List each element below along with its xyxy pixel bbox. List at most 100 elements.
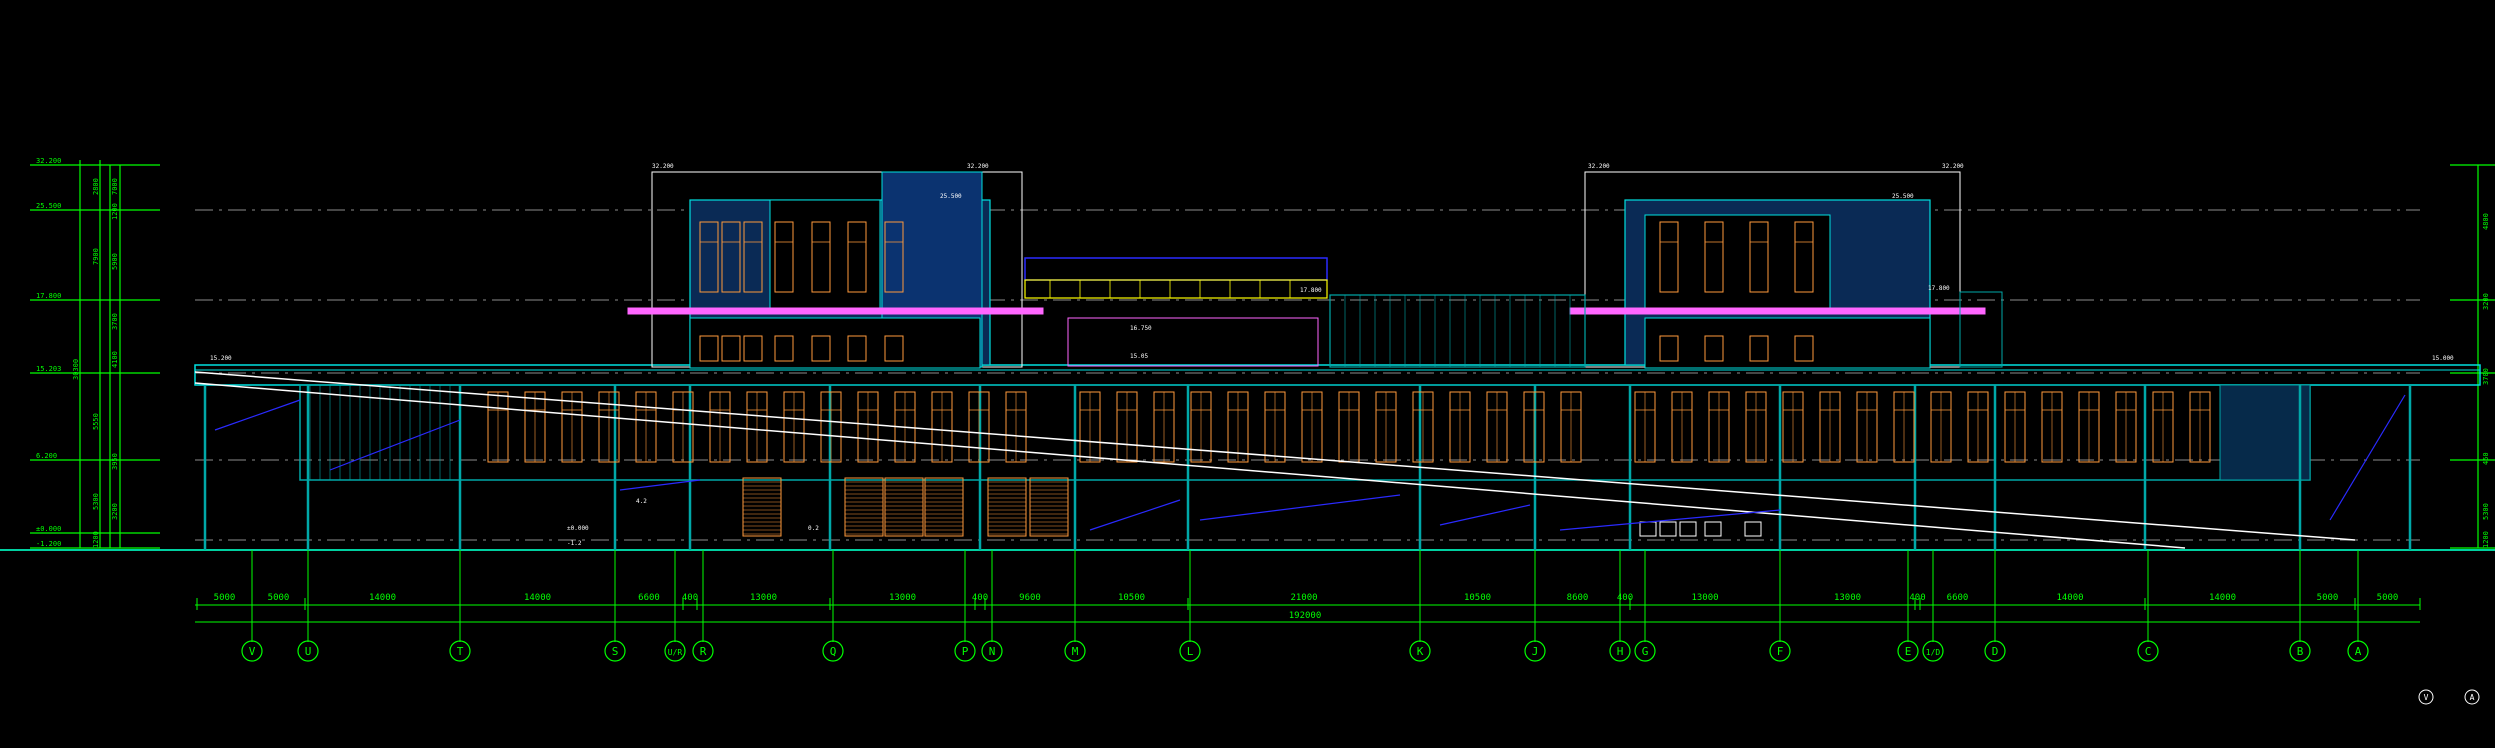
axis-label: N xyxy=(989,645,996,658)
left-dim-h: 5900 xyxy=(111,253,119,270)
main-roof-band xyxy=(194,364,2481,386)
right-tower-canopy xyxy=(1569,307,1986,315)
axis-label: D xyxy=(1992,645,1999,658)
ground-shutters xyxy=(742,477,1762,537)
left-tower-canopy xyxy=(627,307,1044,315)
left-dim-b: 7900 xyxy=(92,248,100,265)
compass-v-label: V xyxy=(2424,693,2429,702)
left-dim-d: 5300 xyxy=(92,493,100,510)
mid-label-l1: 25.500 xyxy=(940,193,962,200)
dim-label: 10500 xyxy=(1118,593,1145,603)
left-tower-core xyxy=(769,199,881,311)
right-dim-e: 5300 xyxy=(2482,503,2490,520)
dim-label: 13000 xyxy=(1691,593,1718,603)
ramp-label-right: 15.000 xyxy=(2432,355,2454,362)
dim-label: 5000 xyxy=(2377,593,2399,603)
left-dim-c: 5550 xyxy=(92,413,100,430)
small-window xyxy=(1704,521,1722,537)
dimension-total: 192000 xyxy=(1289,611,1322,621)
main-building xyxy=(194,364,2481,481)
compass-symbols: V A xyxy=(2418,689,2480,705)
left-dim-e: 1200 xyxy=(92,531,100,548)
ground-label-1: ±0.000 xyxy=(567,525,589,532)
middle-hall xyxy=(1329,294,1586,368)
dim-label: 8600 xyxy=(1567,593,1589,603)
right-tower-lower xyxy=(1644,317,1931,369)
dim-label: 400 xyxy=(682,593,698,603)
shutter-door xyxy=(884,477,924,537)
dim-label: 400 xyxy=(1617,593,1633,603)
axis-label: L xyxy=(1187,645,1194,658)
left-level-stack xyxy=(30,160,160,549)
elev-5: 6.200 xyxy=(36,452,57,460)
dim-label: 5000 xyxy=(214,593,236,603)
elev-4: 15.203 xyxy=(36,365,61,373)
right-dim-f: 1200 xyxy=(2482,531,2490,548)
axis-label: U xyxy=(305,645,312,658)
mid-label-l2: 17.800 xyxy=(1300,287,1322,294)
roof-label-r1: 32.200 xyxy=(1588,163,1610,170)
axis-label: F xyxy=(1777,645,1784,658)
right-dim-c: 3700 xyxy=(2482,368,2490,385)
dim-label: 14000 xyxy=(2209,593,2236,603)
small-window xyxy=(1744,521,1762,537)
main-body xyxy=(299,384,2311,481)
shutter-door xyxy=(924,477,964,537)
small-window xyxy=(1659,521,1677,537)
elev-3: 17.800 xyxy=(36,292,61,300)
axis-bubbles: V U T S U/R R Q P N M L K J H G F E 1/D D C B A xyxy=(241,640,2369,662)
axis-label: P xyxy=(962,645,969,658)
dim-label: 9600 xyxy=(1019,593,1041,603)
axis-label: B xyxy=(2297,645,2304,658)
roof-label-r2: 32.200 xyxy=(1942,163,1964,170)
dim-label: 21000 xyxy=(1290,593,1317,603)
right-tower-side-bay xyxy=(1959,291,2003,368)
dimension-labels: 5000 5000 14000 14000 6600 400 13000 13000 400 96… xyxy=(214,593,2399,603)
right-tower-core xyxy=(1644,214,1831,311)
axis-label: M xyxy=(1072,645,1079,658)
axis-label: E xyxy=(1905,645,1912,658)
shutter-door xyxy=(844,477,884,537)
canopy-label-2: 15.05 xyxy=(1130,353,1148,360)
dim-label: 6600 xyxy=(638,593,660,603)
elev-2: 25.500 xyxy=(36,202,61,210)
dim-label: 5000 xyxy=(268,593,290,603)
left-elevation-labels: 32.200 25.500 17.800 15.203 6.200 ±0.000… xyxy=(36,157,61,548)
shutter-door xyxy=(987,477,1027,537)
right-dim-a: 4800 xyxy=(2482,213,2490,230)
shutter-door xyxy=(1029,477,1069,537)
ground-label-2: -1.2 xyxy=(567,540,582,547)
mid-label-r2: 17.800 xyxy=(1928,285,1950,292)
middle-body xyxy=(1067,317,1319,367)
middle-block xyxy=(1024,257,1586,368)
axis-label: Q xyxy=(830,645,837,658)
dim-label: 400 xyxy=(1909,593,1925,603)
axis-label: 1/D xyxy=(1926,648,1941,657)
axis-label: U/R xyxy=(668,648,683,657)
middle-hall-ribs xyxy=(1344,295,1571,367)
middle-blue-roof xyxy=(1024,257,1328,281)
dim-label: 6600 xyxy=(1947,593,1969,603)
left-tower xyxy=(627,171,1044,369)
left-vertical-dims: 30300 2800 7900 5550 5300 1200 7000 1200… xyxy=(72,178,119,548)
roof-label-l2: 32.200 xyxy=(967,163,989,170)
left-dim-k: 3950 xyxy=(111,453,119,470)
elev-6: ±0.000 xyxy=(36,525,61,533)
dim-label: 14000 xyxy=(369,593,396,603)
middle-yellow-band xyxy=(1024,279,1328,299)
left-total: 30300 xyxy=(72,359,80,380)
axis-label: T xyxy=(457,645,464,658)
roof-label-l1: 32.200 xyxy=(652,163,674,170)
dim-label: 5000 xyxy=(2317,593,2339,603)
ground-label-4: 0.2 xyxy=(808,525,819,532)
shutter-door xyxy=(742,477,782,537)
level-lines xyxy=(195,209,2420,541)
mid-label-r1: 25.500 xyxy=(1892,193,1914,200)
axis-label: K xyxy=(1417,645,1424,658)
left-dim-j: 4100 xyxy=(111,351,119,368)
axis-label: J xyxy=(1532,645,1539,658)
right-dim-b: 3200 xyxy=(2482,293,2490,310)
left-dim-g: 1200 xyxy=(111,203,119,220)
axis-label: H xyxy=(1617,645,1624,658)
yellow-roof-ribs xyxy=(1049,280,1291,298)
